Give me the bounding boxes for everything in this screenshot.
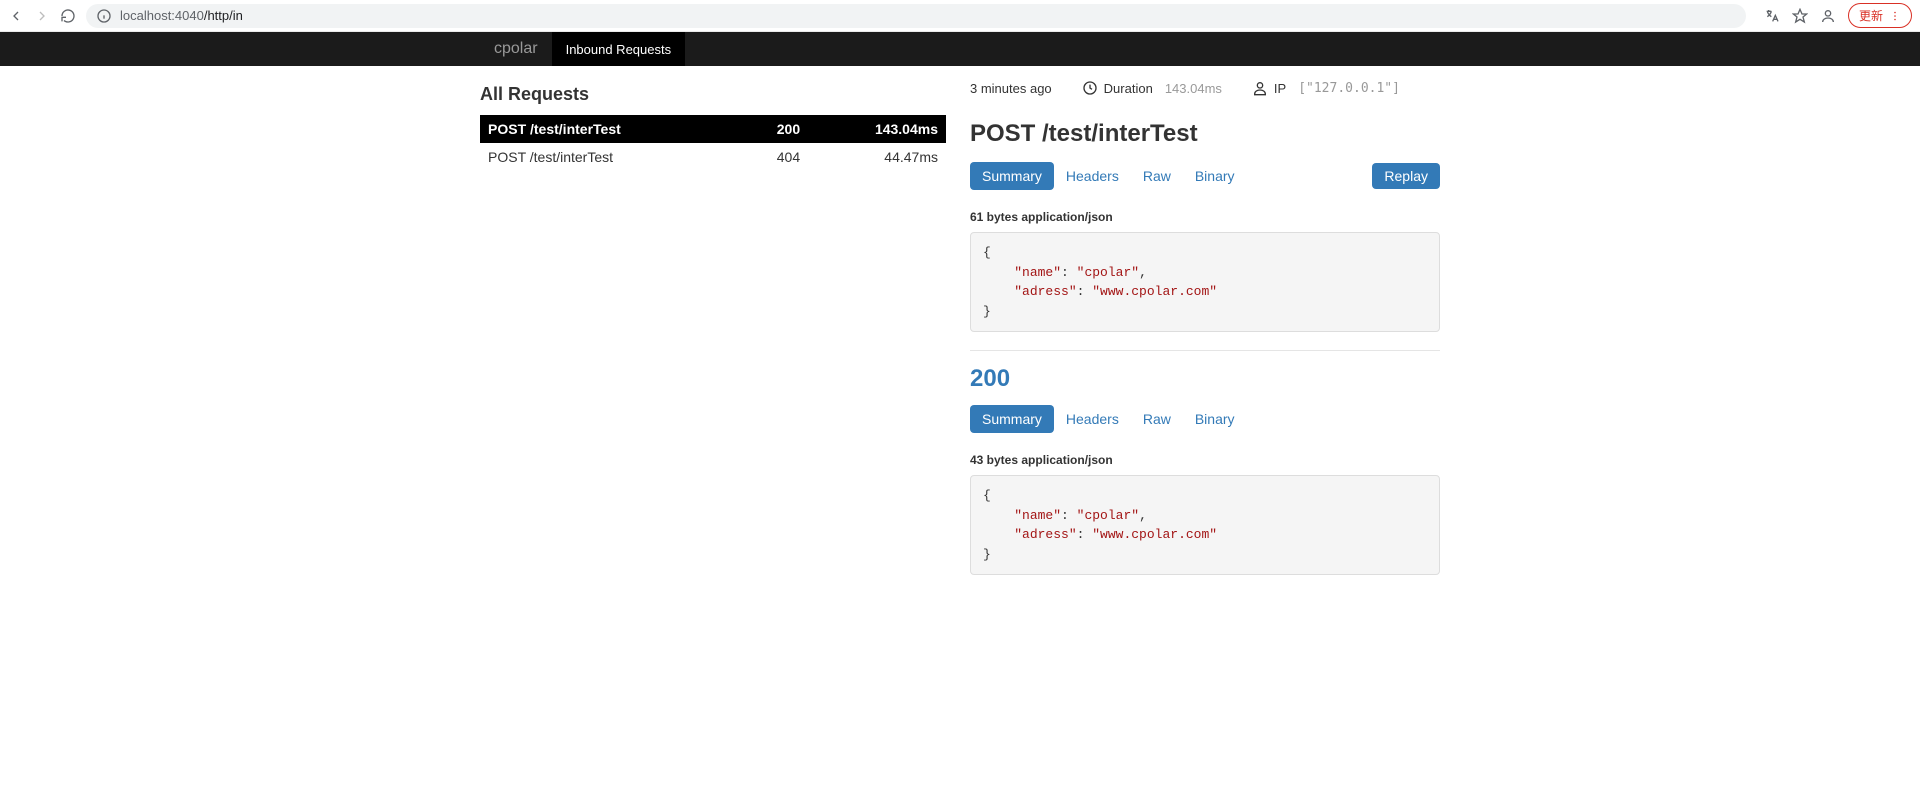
tab-binary[interactable]: Binary [1183,162,1247,190]
tab-binary[interactable]: Binary [1183,405,1247,433]
request-body: { "name": "cpolar", "adress": "www.cpola… [970,232,1440,332]
forward-icon[interactable] [34,8,50,24]
separator [970,350,1440,351]
url-bar[interactable]: localhost:4040/http/in [86,4,1746,28]
meta-age: 3 minutes ago [970,81,1052,96]
clock-icon [1082,80,1098,96]
tab-inbound-requests[interactable]: Inbound Requests [552,32,686,66]
browser-toolbar: localhost:4040/http/in 更新 [0,0,1920,32]
table-row[interactable]: POST /test/interTest 404 44.47ms [480,143,946,171]
meta-ip: IP ["127.0.0.1"] [1252,80,1400,96]
response-bytes-line: 43 bytes application/json [970,453,1440,467]
menu-icon[interactable] [1889,8,1901,24]
back-icon[interactable] [8,8,24,24]
requests-table: POST /test/interTest 200 143.04ms POST /… [480,115,946,171]
update-label: 更新 [1859,7,1883,24]
tab-summary[interactable]: Summary [970,162,1054,190]
star-icon[interactable] [1792,8,1808,24]
response-status-code: 200 [970,365,1440,393]
browser-right-controls: 更新 [1764,3,1912,28]
request-bytes-line: 61 bytes application/json [970,210,1440,224]
meta-row: 3 minutes ago Duration 143.04ms IP ["127… [970,80,1440,96]
url-text: localhost:4040/http/in [120,8,243,23]
tab-headers[interactable]: Headers [1054,162,1131,190]
site-info-icon[interactable] [96,8,112,24]
app-navbar: cpolar Inbound Requests [0,32,1920,66]
response-body: { "name": "cpolar", "adress": "www.cpola… [970,475,1440,575]
request-time: 44.47ms [808,143,946,171]
tab-summary[interactable]: Summary [970,405,1054,433]
translate-icon[interactable] [1764,8,1780,24]
request-status: 404 [739,143,808,171]
reload-icon[interactable] [60,8,76,24]
update-button[interactable]: 更新 [1848,3,1912,28]
request-time: 143.04ms [808,115,946,143]
request-title: POST /test/interTest [970,120,1440,148]
request-line: POST /test/interTest [480,143,739,171]
response-tabs: Summary Headers Raw Binary [970,405,1247,433]
table-row[interactable]: POST /test/interTest 200 143.04ms [480,115,946,143]
brand[interactable]: cpolar [480,32,552,66]
replay-button[interactable]: Replay [1372,163,1440,189]
request-status: 200 [739,115,808,143]
meta-duration: Duration 143.04ms [1082,80,1222,96]
tab-headers[interactable]: Headers [1054,405,1131,433]
tab-raw[interactable]: Raw [1131,162,1183,190]
tab-raw[interactable]: Raw [1131,405,1183,433]
profile-icon[interactable] [1820,8,1836,24]
user-icon [1252,80,1268,96]
request-tabs: Summary Headers Raw Binary [970,162,1247,190]
all-requests-title: All Requests [480,84,946,105]
request-line: POST /test/interTest [480,115,739,143]
